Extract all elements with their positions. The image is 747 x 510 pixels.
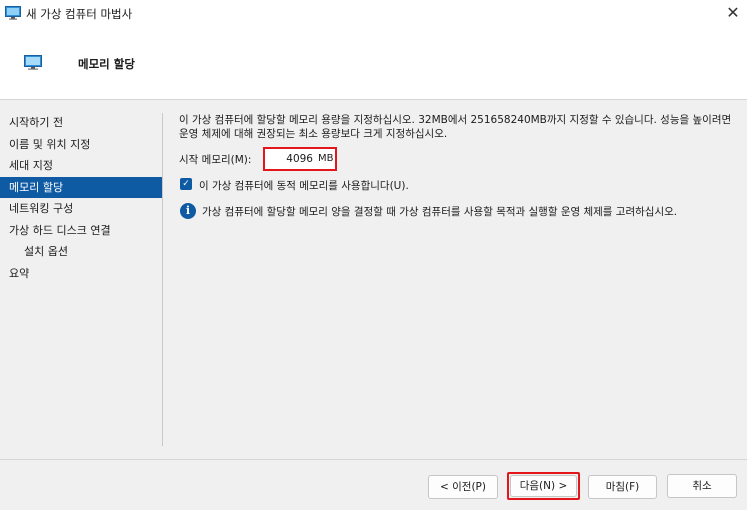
nav-item[interactable]: 설치 옵션	[0, 241, 162, 263]
nav-item[interactable]: 시작하기 전	[0, 112, 162, 134]
monitor-icon	[5, 6, 21, 20]
wizard-steps-nav: 시작하기 전 이름 및 위치 지정 세대 지정 메모리 할당 네트워킹 구성 가상 하드 …	[0, 112, 162, 284]
page-title: 메모리 할당	[78, 57, 135, 71]
startup-memory-box: MB	[263, 147, 337, 171]
prev-button[interactable]: < 이전(P)	[428, 475, 498, 499]
startup-memory-row: 시작 메모리(M): MB	[179, 147, 579, 171]
close-button[interactable]: ✕	[719, 0, 747, 28]
title-bar: 새 가상 컴퓨터 마법사 ✕	[0, 0, 747, 28]
checkmark-icon: ✓	[182, 179, 190, 189]
wizard-header: 메모리 할당	[0, 28, 747, 100]
next-button[interactable]: 다음(N) >	[510, 475, 577, 497]
nav-item[interactable]: 네트워킹 구성	[0, 198, 162, 220]
close-icon: ✕	[726, 3, 740, 22]
nav-item[interactable]: 이름 및 위치 지정	[0, 134, 162, 156]
next-button-highlight: 다음(N) >	[507, 472, 580, 500]
monitor-icon	[24, 55, 42, 70]
info-text: 가상 컴퓨터에 할당할 메모리 양을 결정할 때 가상 컴퓨터를 사용할 목적과…	[202, 206, 678, 218]
description-text: 이 가상 컴퓨터에 할당할 메모리 용량을 지정하십시오. 32MB에서 251…	[179, 114, 732, 140]
nav-item[interactable]: 요약	[0, 263, 162, 285]
window-title: 새 가상 컴퓨터 마법사	[26, 7, 133, 21]
memory-unit-label: MB	[318, 153, 334, 164]
info-icon: i	[180, 203, 196, 219]
footer-divider	[0, 459, 747, 460]
nav-item[interactable]: 메모리 할당	[0, 176, 162, 198]
info-row: i 가상 컴퓨터에 할당할 메모리 양을 결정할 때 가상 컴퓨터를 사용할 목…	[179, 202, 739, 222]
dynamic-memory-row: ✓ 이 가상 컴퓨터에 동적 메모리를 사용합니다(U).	[179, 177, 679, 193]
divider	[162, 113, 163, 446]
cancel-button[interactable]: 취소	[667, 474, 737, 498]
nav-item[interactable]: 가상 하드 디스크 연결	[0, 220, 162, 242]
dynamic-memory-checkbox[interactable]: ✓	[180, 178, 192, 190]
dynamic-memory-label[interactable]: 이 가상 컴퓨터에 동적 메모리를 사용합니다(U).	[199, 178, 409, 193]
startup-memory-input[interactable]	[267, 151, 313, 167]
main-content: 이 가상 컴퓨터에 할당할 메모리 용량을 지정하십시오. 32MB에서 251…	[179, 113, 739, 219]
finish-button[interactable]: 마침(F)	[588, 475, 657, 499]
startup-memory-label: 시작 메모리(M):	[179, 154, 252, 166]
nav-item[interactable]: 세대 지정	[0, 155, 162, 177]
